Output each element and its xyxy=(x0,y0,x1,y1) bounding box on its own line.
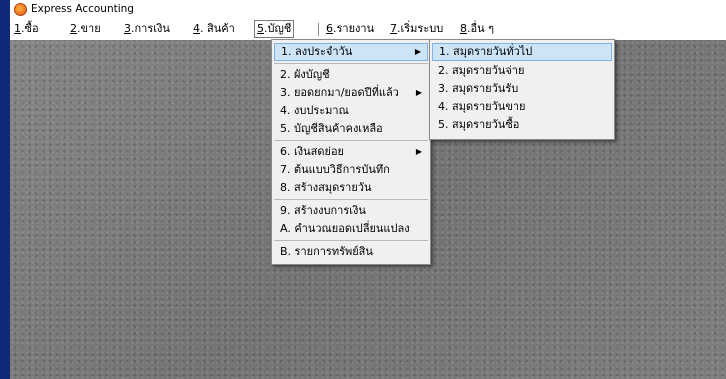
menu-inventory[interactable]: 4. สินค้า xyxy=(191,21,237,37)
app-icon xyxy=(14,2,27,16)
menu-separator xyxy=(274,63,428,64)
menu-item-daily-entry[interactable]: 1. ลงประจำวัน ▶ xyxy=(274,43,428,61)
menu-item-chart-of-accounts[interactable]: 2. ผังบัญชี xyxy=(274,66,428,84)
menu-accounting[interactable]: 5.บัญชี xyxy=(254,20,295,38)
menu-others[interactable]: 8.อื่น ๆ xyxy=(458,21,496,37)
accounting-dropdown: 1. ลงประจำวัน ▶ 2. ผังบัญชี 3. ยอดยกมา/ยอ… xyxy=(271,39,431,265)
menu-purchase[interactable]: 1.ซื้อ xyxy=(12,21,41,37)
menu-item-asset-list[interactable]: B. รายการทรัพย์สิน xyxy=(274,243,428,261)
submenu-arrow-icon: ▶ xyxy=(415,88,422,97)
window-title: Express Accounting xyxy=(31,3,134,15)
submenu-item-sales-journal[interactable]: 4. สมุดรายวันขาย xyxy=(432,98,612,116)
menu-setup[interactable]: 7.เริ่มระบบ xyxy=(388,21,445,37)
submenu-item-purchase-journal[interactable]: 5. สมุดรายวันซื้อ xyxy=(432,116,612,134)
submenu-arrow-icon: ▶ xyxy=(415,147,422,156)
daily-entry-submenu: 1. สมุดรายวันทั่วไป 2. สมุดรายวันจ่าย 3.… xyxy=(429,39,615,140)
menu-item-budget[interactable]: 4. งบประมาณ xyxy=(274,102,428,120)
menu-item-petty-cash[interactable]: 6. เงินสดย่อย ▶ xyxy=(274,143,428,161)
menu-separator xyxy=(274,140,428,141)
menu-separator xyxy=(274,240,428,241)
menu-item-inventory-account[interactable]: 5. บัญชีสินค้าคงเหลือ xyxy=(274,120,428,138)
submenu-item-receipt-journal[interactable]: 3. สมุดรายวันรับ xyxy=(432,80,612,98)
menu-reports[interactable]: 6.รายงาน xyxy=(324,21,376,37)
menu-sales[interactable]: 2.ขาย xyxy=(68,21,103,37)
submenu-item-general-journal[interactable]: 1. สมุดรายวันทั่วไป xyxy=(432,43,612,61)
submenu-arrow-icon: ▶ xyxy=(414,47,421,56)
menubar-separator xyxy=(318,23,319,36)
menu-item-create-journal[interactable]: 8. สร้างสมุดรายวัน xyxy=(274,179,428,197)
menu-finance[interactable]: 3.การเงิน xyxy=(122,21,172,37)
menu-item-create-financial-statement[interactable]: 9. สร้างงบการเงิน xyxy=(274,202,428,220)
menu-item-opening-balance[interactable]: 3. ยอดยกมา/ยอดปีที่แล้ว ▶ xyxy=(274,84,428,102)
title-bar: Express Accounting xyxy=(10,0,726,18)
window-left-edge xyxy=(0,0,10,379)
submenu-item-payment-journal[interactable]: 2. สมุดรายวันจ่าย xyxy=(432,62,612,80)
menu-separator xyxy=(274,199,428,200)
menu-bar: 1.ซื้อ 2.ขาย 3.การเงิน 4. สินค้า 5.บัญชี… xyxy=(10,19,726,39)
menu-item-calculate-changes[interactable]: A. คำนวณยอดเปลี่ยนแปลง xyxy=(274,220,428,238)
menu-item-entry-templates[interactable]: 7. ต้นแบบวิธีการบันทึก xyxy=(274,161,428,179)
